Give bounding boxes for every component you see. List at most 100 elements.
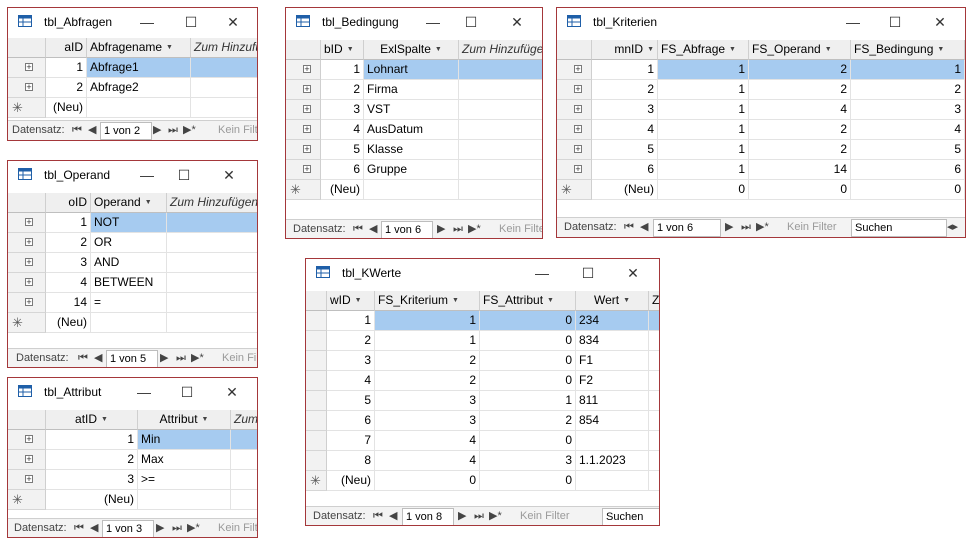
maximize-button[interactable]: ☐ <box>180 12 202 32</box>
new-record-row[interactable]: ✳ (Neu) <box>8 313 257 333</box>
cell-bid[interactable]: 3 <box>321 100 364 120</box>
minimize-button[interactable]: — <box>531 263 553 283</box>
table-row[interactable]: + 5 Klasse <box>286 140 542 160</box>
table-row[interactable]: + 1 Abfrage1 <box>8 58 257 78</box>
next-record-icon[interactable]: ▶ <box>153 121 161 140</box>
cell-exlspalte[interactable]: VST <box>364 100 459 120</box>
filter-indicator[interactable]: Kein Filter <box>499 220 542 238</box>
column-header-attribut[interactable]: Attribut ▼ <box>138 410 231 430</box>
dropdown-arrow-icon[interactable]: ▼ <box>166 44 173 51</box>
table-row[interactable]: 4 2 0 F2 <box>306 371 659 391</box>
dropdown-arrow-icon[interactable]: ▼ <box>101 416 108 423</box>
cell-fs-attribut[interactable]: 3 <box>480 451 576 471</box>
cell-operand[interactable]: NOT <box>91 213 167 233</box>
column-header-bid[interactable]: bID ▼ <box>321 40 364 60</box>
minimize-button[interactable]: — <box>842 12 864 32</box>
new-record-button[interactable]: ▶* <box>756 218 769 237</box>
minimize-button[interactable]: — <box>133 382 155 402</box>
column-header-add-field[interactable]: Zum Hinzufügen <box>191 38 257 58</box>
cell-fs-bedingung[interactable]: 3 <box>851 100 965 120</box>
record-selector[interactable]: ✳ <box>8 98 46 118</box>
expand-icon[interactable]: + <box>574 65 582 74</box>
cell-empty[interactable] <box>459 60 542 80</box>
cell-empty[interactable] <box>649 451 659 471</box>
new-record-button[interactable]: ▶* <box>191 349 204 367</box>
maximize-button[interactable]: ☐ <box>460 12 482 32</box>
record-selector[interactable] <box>306 371 327 391</box>
table-row[interactable]: + 4 AusDatum <box>286 120 542 140</box>
cell-new[interactable]: (Neu) <box>46 98 87 118</box>
cell-empty[interactable] <box>649 391 659 411</box>
last-record-icon[interactable]: ⏭ <box>453 220 463 238</box>
prev-record-icon[interactable]: ◀ <box>94 349 102 367</box>
next-record-icon[interactable]: ▶ <box>458 507 466 525</box>
minimize-button[interactable]: — <box>422 12 444 32</box>
record-selector[interactable]: + <box>8 273 46 293</box>
cell-oid[interactable]: 2 <box>46 233 91 253</box>
record-selector[interactable]: + <box>8 253 46 273</box>
table-row[interactable]: + 1 1 2 1 <box>557 60 965 80</box>
table-row[interactable]: 1 1 0 234 <box>306 311 659 331</box>
next-record-icon[interactable]: ▶ <box>725 218 733 237</box>
record-selector[interactable] <box>306 331 327 351</box>
cell-fs-operand[interactable]: 2 <box>749 120 851 140</box>
record-selector[interactable]: + <box>557 100 592 120</box>
table-row[interactable]: + 2 OR <box>8 233 257 253</box>
last-record-icon[interactable]: ⏭ <box>176 349 186 367</box>
cell-empty[interactable] <box>167 273 257 293</box>
cell-wert[interactable] <box>576 431 649 451</box>
record-selector[interactable]: + <box>286 160 321 180</box>
first-record-icon[interactable]: ⏮ <box>353 220 363 238</box>
cell-wert[interactable]: F1 <box>576 351 649 371</box>
cell-mnid[interactable]: 6 <box>592 160 658 180</box>
record-position-input[interactable]: 1 von 3 <box>102 520 154 537</box>
cell-atid[interactable]: 1 <box>46 430 138 450</box>
table-row[interactable]: + 3 >= <box>8 470 257 490</box>
cell-wid[interactable]: 1 <box>327 311 375 331</box>
record-position-input[interactable]: 1 von 2 <box>100 122 152 140</box>
cell-empty[interactable] <box>231 490 257 510</box>
expand-icon[interactable]: + <box>25 218 33 227</box>
cell-operand[interactable]: = <box>91 293 167 313</box>
cell-fs-abfrage[interactable]: 1 <box>658 80 749 100</box>
cell-operand[interactable]: OR <box>91 233 167 253</box>
cell-wert[interactable]: 234 <box>576 311 649 331</box>
cell-fs-abfrage[interactable]: 1 <box>658 140 749 160</box>
next-record-icon[interactable]: ▶ <box>156 519 164 537</box>
record-selector[interactable]: + <box>8 58 46 78</box>
record-selector[interactable]: + <box>8 470 46 490</box>
dropdown-arrow-icon[interactable]: ▼ <box>729 46 736 53</box>
dropdown-arrow-icon[interactable]: ▼ <box>937 46 944 53</box>
table-row[interactable]: 7 4 0 <box>306 431 659 451</box>
cell-bid[interactable]: 4 <box>321 120 364 140</box>
cell-fs-kriterium[interactable]: 4 <box>375 431 480 451</box>
table-row[interactable]: + 5 1 2 5 <box>557 140 965 160</box>
record-selector[interactable] <box>306 351 327 371</box>
cell-wid[interactable]: 4 <box>327 371 375 391</box>
cell-exlspalte[interactable]: Klasse <box>364 140 459 160</box>
maximize-button[interactable]: ☐ <box>884 12 906 32</box>
expand-icon[interactable]: + <box>25 83 33 92</box>
filter-indicator[interactable]: Kein Filter <box>520 507 570 525</box>
new-record-button[interactable]: ▶* <box>468 220 481 238</box>
cell-empty[interactable] <box>649 471 659 491</box>
expand-icon[interactable]: + <box>574 145 582 154</box>
cell-empty[interactable] <box>231 470 257 490</box>
record-selector[interactable]: + <box>8 213 46 233</box>
table-row[interactable]: 5 3 1 811 <box>306 391 659 411</box>
first-record-icon[interactable]: ⏮ <box>624 218 634 237</box>
cell-attribut[interactable]: Min <box>138 430 231 450</box>
cell-new[interactable]: (Neu) <box>592 180 658 200</box>
table-row[interactable]: + 1 NOT <box>8 213 257 233</box>
record-selector[interactable]: + <box>286 60 321 80</box>
record-selector[interactable] <box>306 431 327 451</box>
column-header-oid[interactable]: oID <box>46 193 91 213</box>
close-button[interactable]: ✕ <box>622 263 644 283</box>
record-selector[interactable]: + <box>286 120 321 140</box>
new-record-button[interactable]: ▶* <box>183 121 196 140</box>
cell-empty[interactable] <box>231 430 257 450</box>
cell-empty[interactable] <box>459 140 542 160</box>
column-header-fs-abfrage[interactable]: FS_Abfrage ▼ <box>658 40 749 60</box>
close-button[interactable]: ✕ <box>506 12 528 32</box>
cell-fs-operand[interactable]: 2 <box>749 140 851 160</box>
